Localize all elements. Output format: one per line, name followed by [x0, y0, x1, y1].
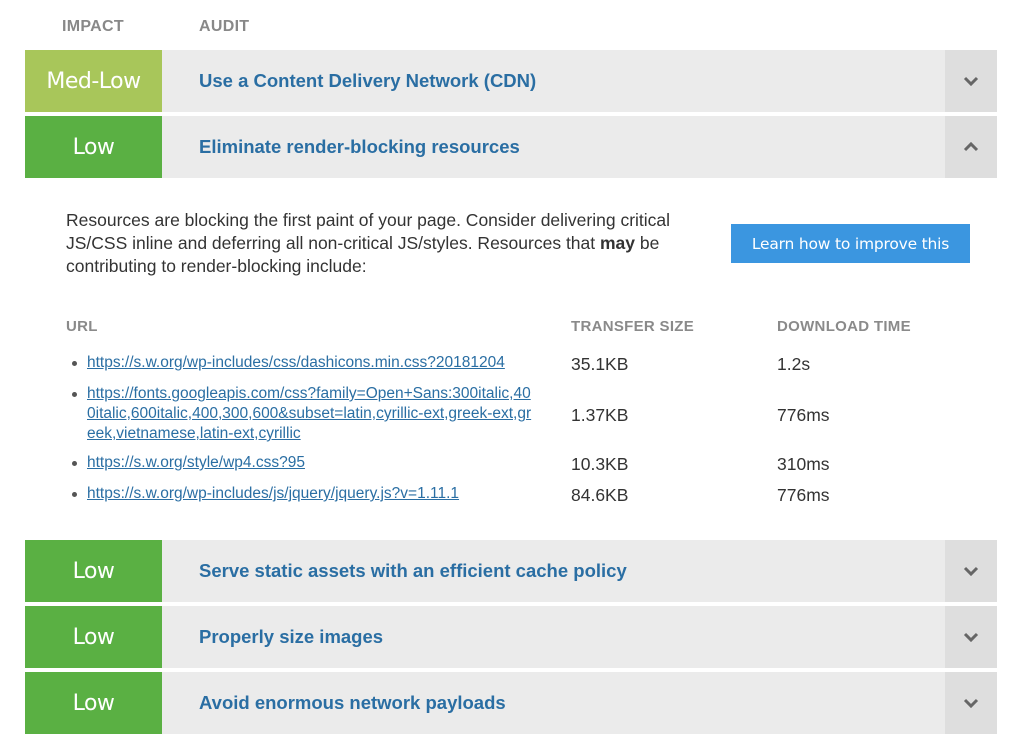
collapse-toggle[interactable] [945, 116, 997, 178]
bullet [72, 361, 77, 366]
chevron-down-icon [963, 632, 979, 642]
resource-transfer-size: 1.37KB [571, 405, 629, 425]
resource-transfer-size: 84.6KB [571, 485, 629, 505]
expand-toggle[interactable] [945, 540, 997, 602]
audit-details-panel: Resources are blocking the first paint o… [25, 178, 997, 537]
bullet [72, 392, 77, 397]
chevron-down-icon [963, 698, 979, 708]
audit-row-network-payloads[interactable]: Low Avoid enormous network payloads [25, 672, 997, 734]
download-time-column-header: DOWNLOAD TIME [777, 318, 911, 335]
audit-row-cdn[interactable]: Med-Low Use a Content Delivery Network (… [25, 50, 997, 112]
resource-url-link[interactable]: https://s.w.org/wp-includes/css/dashicon… [87, 353, 539, 373]
resource-url-link[interactable]: https://s.w.org/wp-includes/js/jquery/jq… [87, 484, 539, 504]
audit-row-render-blocking[interactable]: Low Eliminate render-blocking resources [25, 116, 997, 178]
url-column-header: URL [66, 318, 98, 335]
resource-url-link[interactable]: https://s.w.org/style/wp4.css?95 [87, 453, 539, 473]
audit-row-cache-policy[interactable]: Low Serve static assets with an efficien… [25, 540, 997, 602]
resource-transfer-size: 10.3KB [571, 454, 629, 474]
impact-badge: Low [25, 540, 162, 602]
audit-row-size-images[interactable]: Low Properly size images [25, 606, 997, 668]
impact-badge: Med-Low [25, 50, 162, 112]
chevron-up-icon [963, 142, 979, 152]
expand-toggle[interactable] [945, 606, 997, 668]
impact-badge: Low [25, 116, 162, 178]
expand-toggle[interactable] [945, 50, 997, 112]
chevron-down-icon [963, 566, 979, 576]
audit-title[interactable]: Use a Content Delivery Network (CDN) [199, 50, 536, 112]
impact-badge: Low [25, 606, 162, 668]
impact-badge: Low [25, 672, 162, 734]
resource-url-link[interactable]: https://fonts.googleapis.com/css?family=… [87, 384, 539, 444]
resource-download-time: 310ms [777, 454, 830, 474]
resource-download-time: 776ms [777, 485, 830, 505]
audit-title[interactable]: Serve static assets with an efficient ca… [199, 540, 627, 602]
resource-download-time: 1.2s [777, 354, 811, 374]
bullet [72, 461, 77, 466]
resource-transfer-size: 35.1KB [571, 354, 629, 374]
audit-title[interactable]: Eliminate render-blocking resources [199, 116, 520, 178]
audit-title[interactable]: Avoid enormous network payloads [199, 672, 506, 734]
learn-how-button[interactable]: Learn how to improve this [731, 224, 970, 263]
resource-download-time: 776ms [777, 405, 830, 425]
audit-description: Resources are blocking the first paint o… [66, 210, 671, 276]
transfer-size-column-header: TRANSFER SIZE [571, 318, 695, 335]
chevron-down-icon [963, 76, 979, 86]
audit-title[interactable]: Properly size images [199, 606, 383, 668]
expand-toggle[interactable] [945, 672, 997, 734]
impact-column-header: IMPACT [62, 18, 124, 35]
audit-column-header: AUDIT [199, 18, 250, 35]
bullet [72, 492, 77, 497]
